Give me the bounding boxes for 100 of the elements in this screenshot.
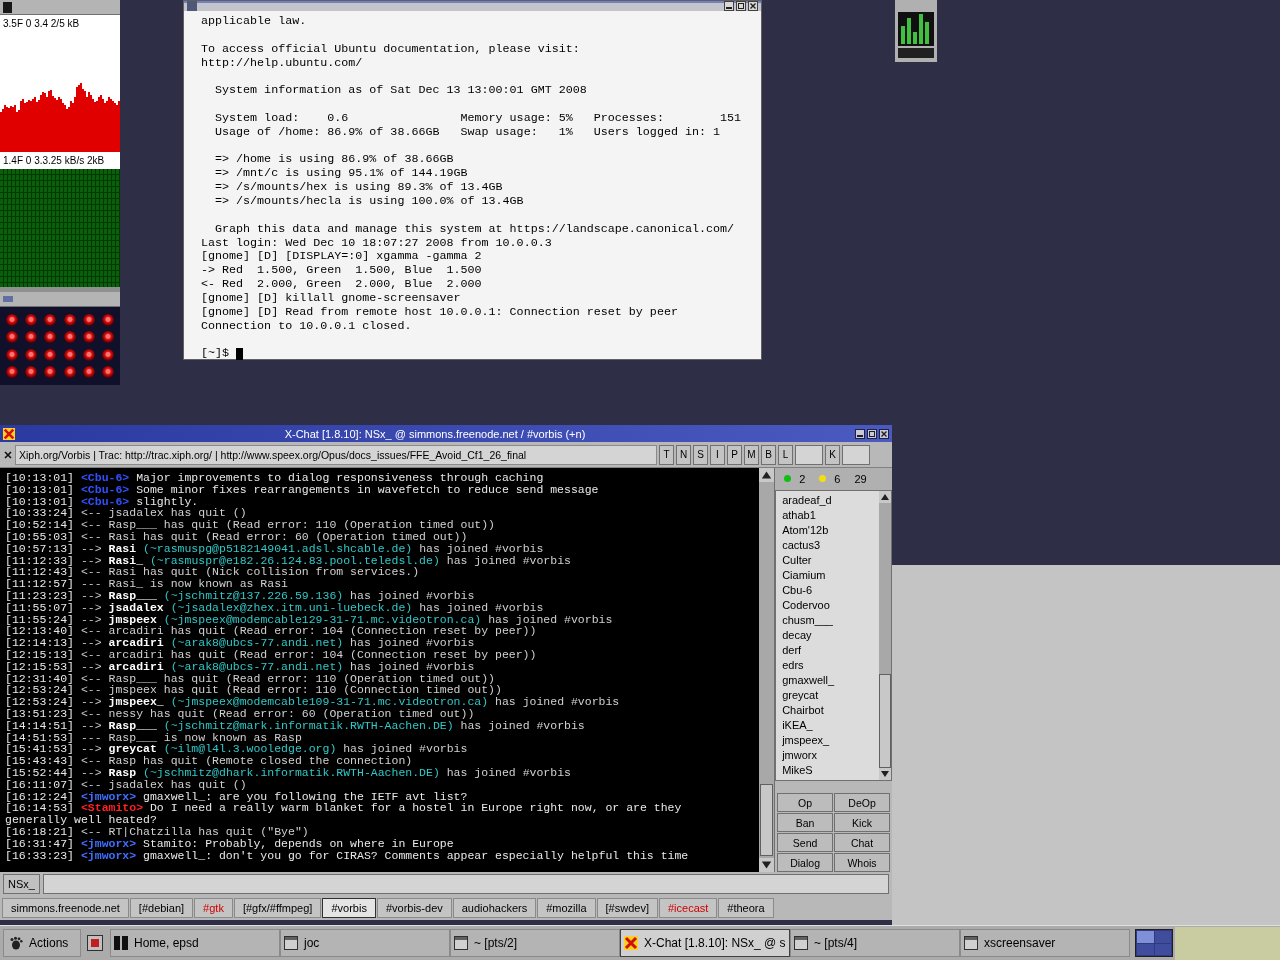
user-list-item[interactable]: cactus3 [776,537,879,553]
event-arrow: --- [80,577,102,591]
user-action-button[interactable]: Ban [777,813,834,832]
close-icon[interactable] [3,449,13,460]
terminal-line: Last login: Wed Dec 10 18:07:27 2008 from 10.0.0.3 [201,236,553,251]
graph-reading: 3.5F 0 3.4 2/5 kB [2,17,81,31]
user-list-item[interactable]: gmaxwell_ [776,672,879,688]
channel-tab[interactable]: audiohackers [452,898,537,918]
event-arrow: --> [80,718,102,732]
mode-button[interactable]: N [676,444,691,465]
taskbar-button[interactable]: joc [280,929,450,957]
user-list-item[interactable]: Chairbot [776,702,879,718]
channel-tab[interactable]: [#debian] [129,898,194,918]
window-icon [284,936,298,950]
mode-field[interactable] [795,444,823,465]
mode-button[interactable]: B [761,444,776,465]
taskbar-button[interactable]: xscreensaver [960,929,1130,957]
user-list-item[interactable]: Codervoo [776,597,879,613]
hostmask: (~rasmuspg@p5182149041.adsl.shcable.de) [143,541,413,555]
mode-button[interactable]: P [727,444,742,465]
user-action-button[interactable]: Dialog [777,853,834,872]
timestamp: [16:11:07] [5,777,74,791]
user-list-item[interactable]: athab1 [776,507,879,523]
mode-button[interactable]: K [825,444,840,465]
terminal-line: => /s/mounts/hecla is using 100.0% of 13.4GB [214,194,525,209]
message-text: jmspeex has quit (Read error: 110 (Connection timed out)) [108,683,502,697]
user-count: 2 [799,472,806,485]
user-count: 29 [854,472,867,485]
scroll-up-icon[interactable] [759,468,775,482]
user-list-item[interactable]: chusm___ [776,612,879,628]
user-list-item[interactable]: decay [776,627,879,643]
maximize-icon[interactable] [867,428,877,439]
mode-button[interactable]: M [744,444,759,465]
message-input[interactable] [42,874,889,894]
user-action-button[interactable]: DeOp [834,793,890,812]
maximize-icon[interactable] [736,1,746,11]
event-arrow: <-- [80,754,102,768]
terminal-line: -> Red 1.500, Green 1.500, Blue 1.500 [201,264,483,279]
close-icon[interactable] [748,1,758,11]
user-list-item[interactable]: Cbu-6 [776,582,879,598]
topic-field[interactable]: Xiph.org/Vorbis | Trac: http://trac.xiph.org/ | http://www.speex.org/Opus/docs_issues/FFE_Avoid_Cf1_26_final [15,444,657,465]
user-action-button[interactable]: Op [777,793,834,812]
window-icon [794,936,808,950]
window-menu-icon[interactable] [3,1,12,13]
x-logo-icon[interactable] [3,427,15,440]
user-list-item[interactable]: jmworx [776,747,879,763]
mode-button[interactable]: I [710,444,725,465]
user-list-item[interactable]: greycat [776,687,879,703]
event-arrow: <-- [80,647,102,661]
scroll-up-icon[interactable] [879,490,891,503]
taskbar-button[interactable]: X-Chat [1.8.10]: NSx_ @ s [620,929,790,957]
taskbar-button[interactable]: ~ [pts/2] [450,929,620,957]
show-desktop-icon[interactable] [87,935,103,951]
minimize-icon[interactable] [855,428,865,439]
user-list-item[interactable]: edrs [776,657,879,673]
channel-tab[interactable]: [#swdev] [596,898,658,918]
terminal-line: applicable law. [201,15,308,29]
user-action-button[interactable]: Chat [834,833,890,852]
timestamp: [14:14:51] [5,718,74,732]
user-action-button[interactable]: Send [777,833,834,852]
user-list-item[interactable]: iKEA_ [776,717,879,733]
actions-menu-button[interactable]: Actions [3,929,81,957]
user-list-item[interactable]: MikeS [776,762,879,778]
user-list-item[interactable]: Atom'12b [776,522,879,538]
user-action-button[interactable]: Whois [834,853,890,872]
timestamp: [10:57:13] [5,541,74,555]
led-icon [102,348,115,361]
channel-tab[interactable]: #mozilla [537,898,596,918]
mode-field[interactable] [842,444,870,465]
message-text: has joined #vorbis [343,742,468,756]
channel-tab[interactable]: #theora [718,898,774,918]
mode-button[interactable]: S [693,444,708,465]
nick-button[interactable]: NSx_ [3,874,40,894]
nickname: jmspeex_ [108,695,164,709]
led-icon [83,366,95,379]
led-icon [102,313,115,326]
scrollbar-thumb[interactable] [879,674,891,768]
channel-tab[interactable]: [#gfx/#ffmpeg] [233,898,322,918]
taskbar-button[interactable]: ~ [pts/4] [790,929,960,957]
scrollbar[interactable] [879,490,891,780]
user-list-item[interactable]: Ciamium [776,567,879,583]
channel-tab[interactable]: #vorbis [322,898,376,918]
mode-button[interactable]: L [778,444,793,465]
user-list-item[interactable]: jmspeex_ [776,732,879,748]
user-action-button[interactable]: Kick [834,813,890,832]
channel-tab[interactable]: #vorbis-dev [376,898,452,918]
user-list-item[interactable]: Culter [776,552,879,568]
user-list-item[interactable]: aradeaf_d [776,492,879,508]
taskbar-button[interactable]: Home, epsd [110,929,280,957]
message-text: has joined #vorbis [419,541,544,555]
user-list-item[interactable]: derf [776,642,879,658]
channel-tab[interactable]: simmons.freenode.net [2,898,129,918]
close-icon[interactable] [879,428,889,439]
scroll-down-icon[interactable] [759,858,775,872]
minimize-icon[interactable] [724,1,734,11]
scrollbar[interactable] [759,468,775,872]
mode-button[interactable]: T [659,444,674,465]
scroll-down-icon[interactable] [879,768,891,780]
status-dot-icon [784,475,792,483]
scrollbar-thumb[interactable] [760,784,774,856]
